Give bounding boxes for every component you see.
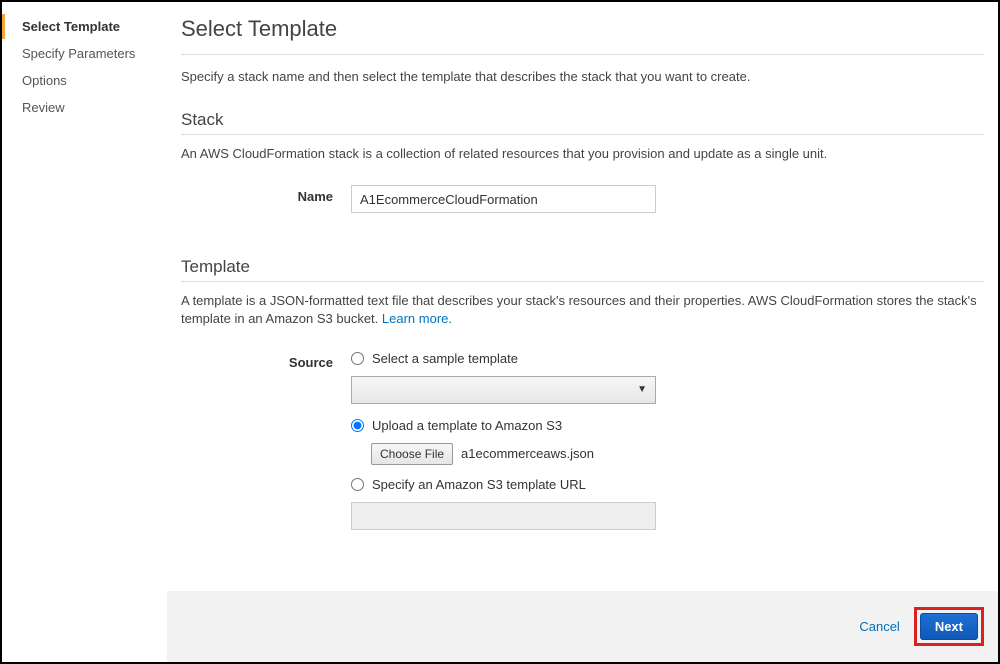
- wizard-sidebar: Select Template Specify Parameters Optio…: [2, 2, 167, 662]
- divider: [181, 54, 984, 55]
- learn-more-link[interactable]: Learn more.: [382, 311, 452, 326]
- template-desc: A template is a JSON-formatted text file…: [181, 292, 984, 328]
- sample-template-dropdown[interactable]: ▼: [351, 376, 656, 404]
- next-highlight-box: Next: [914, 607, 984, 646]
- cancel-button[interactable]: Cancel: [859, 619, 899, 634]
- source-label: Source: [181, 351, 351, 370]
- sidebar-item-select-template[interactable]: Select Template: [2, 14, 167, 39]
- footer-bar: Cancel Next: [167, 591, 998, 662]
- s3-url-input-disabled: [351, 502, 656, 530]
- radio-sample-template[interactable]: [351, 352, 364, 365]
- sidebar-item-label: Select Template: [22, 19, 120, 34]
- stack-name-input[interactable]: [351, 185, 656, 213]
- stack-heading: Stack: [181, 110, 984, 135]
- stack-section: Stack An AWS CloudFormation stack is a c…: [181, 110, 984, 227]
- main-content: Select Template Specify a stack name and…: [167, 2, 998, 662]
- radio-s3-url-row: Specify an Amazon S3 template URL: [351, 477, 984, 492]
- stack-name-label: Name: [181, 185, 351, 204]
- next-button[interactable]: Next: [920, 613, 978, 640]
- sidebar-item-label: Review: [22, 100, 65, 115]
- radio-s3-url-label: Specify an Amazon S3 template URL: [372, 477, 586, 492]
- source-row: Source Select a sample template ▼ Upload…: [181, 351, 984, 530]
- template-section: Template A template is a JSON-formatted …: [181, 257, 984, 543]
- chevron-down-icon: ▼: [637, 384, 647, 395]
- radio-sample-template-label: Select a sample template: [372, 351, 518, 366]
- sidebar-item-label: Options: [22, 73, 67, 88]
- sidebar-item-options[interactable]: Options: [2, 68, 167, 93]
- page-description: Specify a stack name and then select the…: [181, 69, 984, 84]
- radio-s3-url[interactable]: [351, 478, 364, 491]
- radio-sample-template-row: Select a sample template: [351, 351, 984, 366]
- choose-file-button[interactable]: Choose File: [371, 443, 453, 465]
- radio-upload-row: Upload a template to Amazon S3: [351, 418, 984, 433]
- radio-upload-template[interactable]: [351, 419, 364, 432]
- sidebar-item-specify-parameters[interactable]: Specify Parameters: [2, 41, 167, 66]
- sidebar-item-label: Specify Parameters: [22, 46, 135, 61]
- choose-file-row: Choose File a1ecommerceaws.json: [371, 443, 984, 465]
- page-title: Select Template: [181, 16, 984, 42]
- selected-file-name: a1ecommerceaws.json: [461, 446, 594, 461]
- template-heading: Template: [181, 257, 984, 282]
- sidebar-item-review[interactable]: Review: [2, 95, 167, 120]
- stack-name-row: Name: [181, 185, 984, 213]
- radio-upload-label: Upload a template to Amazon S3: [372, 418, 562, 433]
- template-desc-text: A template is a JSON-formatted text file…: [181, 293, 977, 326]
- stack-desc: An AWS CloudFormation stack is a collect…: [181, 145, 984, 163]
